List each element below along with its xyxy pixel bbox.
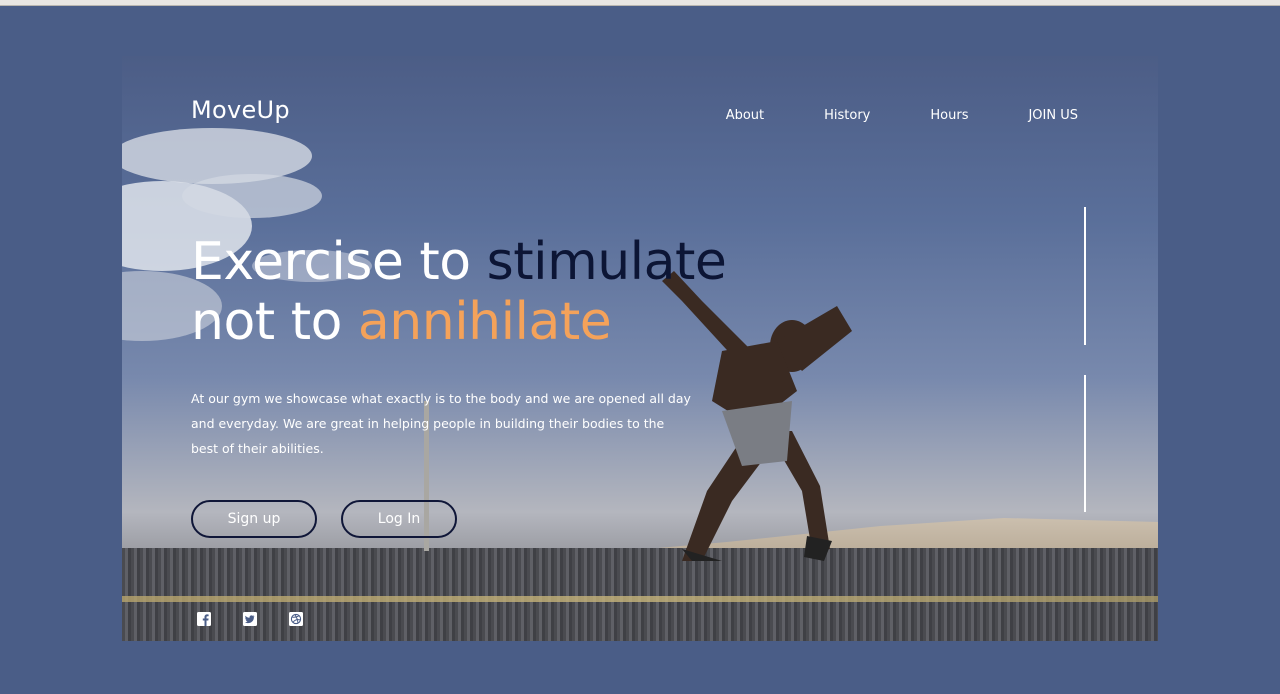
nav-history[interactable]: History xyxy=(824,108,870,123)
facebook-icon[interactable] xyxy=(196,611,212,627)
headline-highlight-stimulate: stimulate xyxy=(486,232,727,292)
hero-description: At our gym we showcase what exactly is t… xyxy=(191,391,691,456)
dribbble-icon[interactable] xyxy=(288,611,304,627)
road xyxy=(122,548,1158,641)
browser-top-edge xyxy=(0,0,1280,6)
social-links xyxy=(196,611,304,627)
login-button[interactable]: Log In xyxy=(341,500,457,538)
headline-part1: Exercise to xyxy=(191,232,487,292)
twitter-icon[interactable] xyxy=(242,611,258,627)
road-marking xyxy=(122,596,1158,602)
hero-section: MoveUp About History Hours JOIN US Exerc… xyxy=(122,56,1158,641)
headline-highlight-annihilate: annihilate xyxy=(357,292,612,352)
slide-indicator-2[interactable] xyxy=(1084,375,1086,512)
nav-about[interactable]: About xyxy=(726,108,764,123)
brand-logo[interactable]: MoveUp xyxy=(191,96,290,124)
hero-headline: Exercise to stimulate not to annihilate xyxy=(191,232,811,352)
signup-button[interactable]: Sign up xyxy=(191,500,317,538)
nav-hours[interactable]: Hours xyxy=(930,108,968,123)
headline-part2: not to xyxy=(191,292,358,352)
main-nav: About History Hours JOIN US xyxy=(726,108,1078,123)
nav-join-us[interactable]: JOIN US xyxy=(1028,108,1078,123)
slide-indicator-1[interactable] xyxy=(1084,207,1086,345)
